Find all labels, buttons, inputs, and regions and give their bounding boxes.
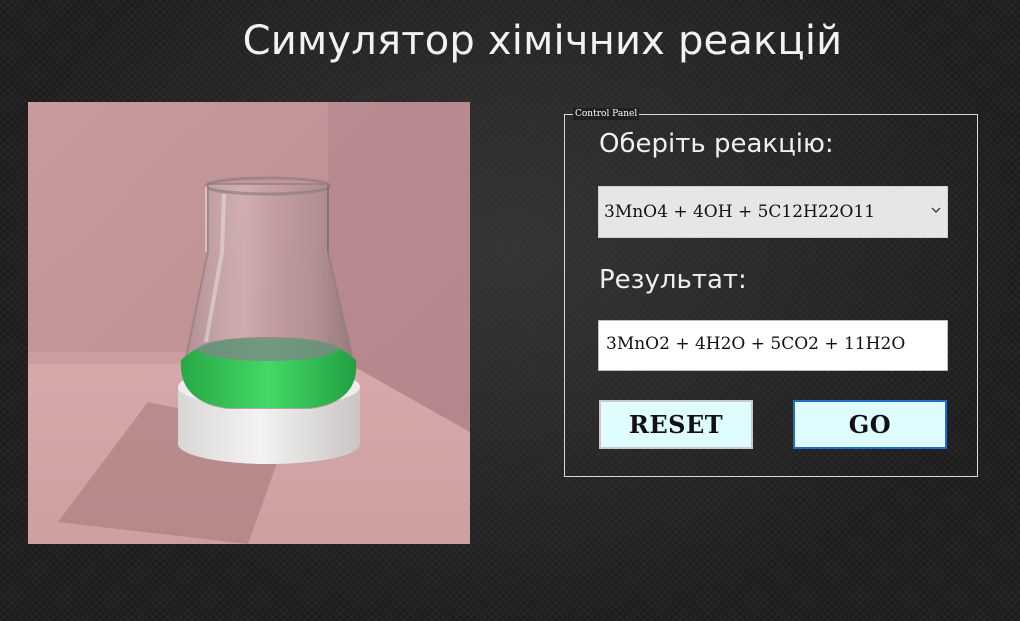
control-panel: Control Panel Оберіть реакцію: 3MnO4 + 4… (564, 108, 978, 477)
control-panel-legend: Control Panel (573, 108, 640, 120)
result-label: Результат: (599, 265, 747, 295)
result-field[interactable]: 3MnO2 + 4H2O + 5CO2 + 11H2O (598, 320, 948, 371)
chevron-down-icon (931, 207, 941, 213)
reaction-select[interactable]: 3MnO4 + 4OH + 5C12H22O11 (598, 186, 948, 238)
page-title: Симулятор хімічних реакцій (242, 18, 843, 64)
reaction-select-value: 3MnO4 + 4OH + 5C12H22O11 (604, 202, 876, 222)
result-field-value: 3MnO2 + 4H2O + 5CO2 + 11H2O (606, 334, 906, 354)
reaction-select-label: Оберіть реакцію: (599, 129, 834, 159)
flask-scene-image (28, 102, 470, 544)
go-button[interactable]: GO (793, 400, 947, 449)
reset-button[interactable]: RESET (599, 400, 753, 449)
